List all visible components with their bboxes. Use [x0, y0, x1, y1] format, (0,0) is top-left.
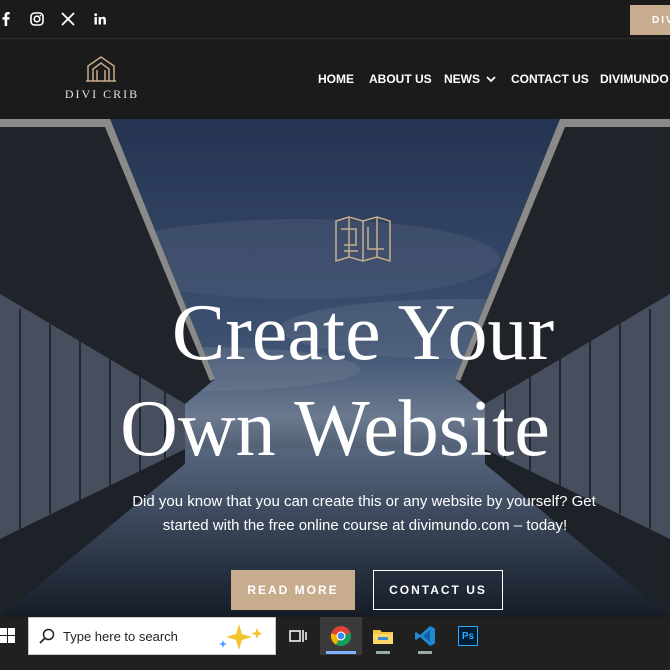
search-icon — [39, 628, 55, 644]
nav-home[interactable]: HOME — [318, 71, 354, 87]
windows-start-icon[interactable] — [0, 628, 16, 644]
read-more-label: READ MORE — [247, 583, 339, 597]
contact-us-button[interactable]: CONTACT US — [373, 570, 503, 610]
read-more-button[interactable]: READ MORE — [231, 570, 355, 610]
file-explorer-icon[interactable] — [372, 627, 394, 645]
hero-headline-line2: Own Website — [120, 385, 550, 473]
nav-about-label: ABOUT US — [369, 72, 432, 86]
hero-subtext-line2: started with the free online course at d… — [162, 517, 568, 534]
top-bar: DIVI — [0, 0, 670, 39]
sparkle-icon — [219, 624, 263, 650]
facebook-icon[interactable] — [0, 11, 12, 27]
taskbar-search-box[interactable]: Type here to search — [28, 617, 276, 655]
linkedin-icon[interactable] — [93, 11, 107, 27]
photoshop-icon[interactable]: Ps — [458, 626, 478, 646]
floorplan-icon — [335, 216, 391, 263]
vscode-icon[interactable] — [414, 625, 436, 647]
task-view-icon[interactable] — [289, 628, 307, 644]
contact-us-label: CONTACT US — [389, 583, 487, 597]
nav-contact-us[interactable]: CONTACT US — [511, 71, 589, 87]
nav-about-us[interactable]: ABOUT US — [369, 71, 432, 87]
brand-name: DIVI CRIB — [64, 87, 140, 101]
chrome-active-indicator — [326, 651, 356, 654]
hero-section: Create Your Own Website Did you know tha… — [0, 119, 670, 617]
nav-news-label: NEWS — [444, 72, 480, 86]
nav-divimundo-label: DIVIMUNDO — [600, 72, 669, 86]
hero-subtext-line1: Did you know that you can create this or… — [132, 493, 596, 510]
hero-headline-line1: Create Your — [171, 289, 555, 377]
chevron-down-icon — [486, 76, 496, 83]
chrome-taskbar-button[interactable] — [320, 617, 362, 655]
x-twitter-icon[interactable] — [61, 11, 75, 27]
vscode-indicator — [418, 651, 432, 654]
chrome-icon — [330, 626, 351, 647]
instagram-icon[interactable] — [30, 11, 44, 27]
nav-news[interactable]: NEWS — [444, 71, 496, 87]
nav-home-label: HOME — [318, 72, 354, 86]
nav-contact-label: CONTACT US — [511, 72, 589, 86]
top-cta-button[interactable]: DIVI — [630, 5, 670, 35]
top-cta-label: DIVI — [652, 14, 670, 26]
search-placeholder: Type here to search — [63, 629, 178, 644]
house-logo-icon — [86, 56, 116, 82]
explorer-indicator — [376, 651, 390, 654]
site-header: DIVI CRIB HOME ABOUT US NEWS CONTACT US … — [0, 39, 670, 119]
photoshop-glyph: Ps — [461, 630, 475, 642]
windows-taskbar: Type here to search Ps — [0, 617, 670, 670]
nav-divimundo[interactable]: DIVIMUNDO — [600, 71, 669, 87]
site-logo[interactable]: DIVI CRIB — [62, 55, 142, 105]
